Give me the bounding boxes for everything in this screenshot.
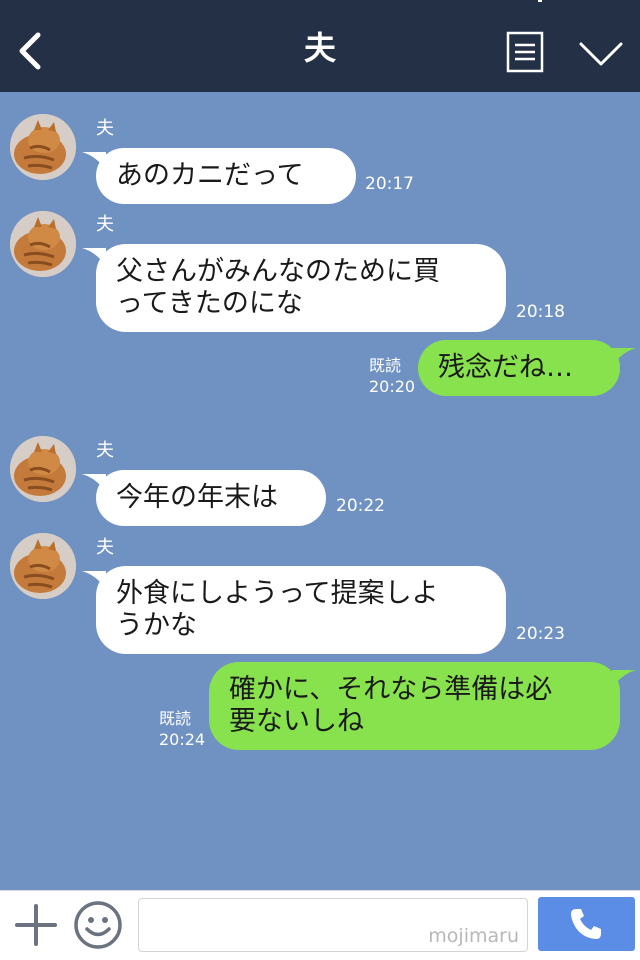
- bubble-tail: [612, 670, 636, 688]
- watermark-text: mojimaru: [428, 925, 519, 947]
- message-time: 20:18: [516, 302, 565, 322]
- message-time: 20:24: [159, 730, 206, 749]
- message-text: 今年の年末は: [116, 482, 278, 513]
- message-text: あのカニだって: [116, 160, 304, 191]
- cat-avatar-image: [10, 211, 76, 277]
- message-bubble[interactable]: 残念だね…: [418, 340, 620, 396]
- cat-avatar-image: [10, 114, 76, 180]
- message-input[interactable]: mojimaru: [138, 898, 528, 952]
- smile-icon[interactable]: [73, 900, 123, 950]
- phone-icon: [571, 909, 601, 939]
- message-bubble[interactable]: 父さんがみんなのために買 ってきたのにな: [96, 244, 506, 332]
- bubble-tail: [612, 348, 636, 366]
- message-bubble[interactable]: 今年の年末は: [96, 470, 326, 526]
- menu-icon[interactable]: [506, 31, 544, 73]
- message-bubble[interactable]: 外食にしようって提案しよ うかな: [96, 566, 506, 654]
- read-label: 既読: [159, 709, 192, 728]
- message-time: 20:22: [336, 496, 385, 516]
- message-text: 残念だね…: [438, 352, 573, 383]
- message-text-line: 要ないしね: [229, 706, 364, 737]
- sender-name: 夫: [96, 440, 114, 461]
- sender-name: 夫: [96, 214, 114, 235]
- sender-name: 夫: [96, 537, 114, 558]
- read-status: 既読 20:20: [369, 355, 415, 397]
- status-mark: [538, 0, 542, 2]
- message-time: 20:20: [369, 377, 416, 396]
- message-bubble[interactable]: 確かに、それなら準備は必 要ないしね: [209, 662, 620, 750]
- message-time: 20:17: [365, 174, 414, 194]
- avatar[interactable]: [10, 436, 76, 502]
- message-text-line: ってきたのにな: [116, 288, 303, 319]
- message-text-line: 父さんがみんなのために買: [116, 256, 440, 287]
- message-text-line: うかな: [116, 610, 197, 641]
- cat-avatar-image: [10, 533, 76, 599]
- chat-title: 夫: [303, 29, 336, 67]
- message-text-line: 確かに、それなら準備は必: [229, 674, 553, 705]
- read-label: 既読: [369, 356, 402, 375]
- message-bubble[interactable]: あのカニだって: [96, 148, 356, 204]
- chat-header: 夫: [0, 0, 640, 92]
- message-time: 20:23: [516, 624, 565, 644]
- call-button[interactable]: [538, 897, 635, 951]
- read-status: 既読 20:24: [159, 708, 205, 750]
- avatar[interactable]: [10, 211, 76, 277]
- plus-icon[interactable]: [14, 903, 58, 947]
- cat-avatar-image: [10, 436, 76, 502]
- avatar[interactable]: [10, 533, 76, 599]
- sender-name: 夫: [96, 118, 114, 139]
- avatar[interactable]: [10, 114, 76, 180]
- message-text-line: 外食にしようって提案しよ: [116, 578, 439, 609]
- chevron-down-icon[interactable]: [578, 40, 624, 68]
